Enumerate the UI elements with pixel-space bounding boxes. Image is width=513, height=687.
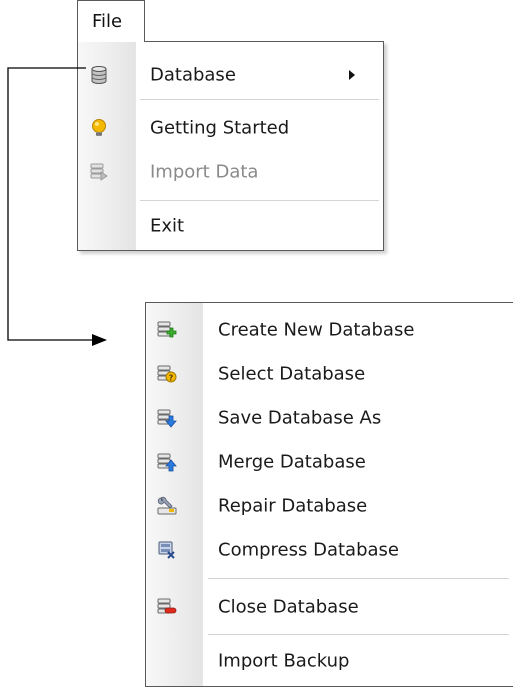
compress-database-icon bbox=[157, 540, 177, 560]
menu-item-import-data[interactable]: Import Data bbox=[78, 153, 383, 191]
menu-item-getting-started-label: Getting Started bbox=[150, 117, 290, 139]
file-tab-label: File bbox=[92, 11, 123, 32]
menu-item-create-new-database-label: Create New Database bbox=[218, 319, 415, 341]
file-menu-tab[interactable]: File bbox=[77, 0, 145, 42]
close-database-icon bbox=[157, 597, 177, 617]
save-database-icon bbox=[157, 408, 177, 428]
menu-separator bbox=[140, 200, 379, 201]
select-database-icon: ? bbox=[157, 364, 177, 384]
menu-item-close-database[interactable]: Close Database bbox=[146, 588, 513, 626]
menu-item-save-database-as-label: Save Database As bbox=[218, 407, 382, 429]
menu-item-close-database-label: Close Database bbox=[218, 596, 359, 618]
menu-item-create-new-database[interactable]: Create New Database bbox=[146, 311, 513, 349]
menu-item-import-backup[interactable]: Import Backup bbox=[146, 642, 513, 680]
file-menu: Database Getting Started Import Data Exi… bbox=[77, 41, 384, 251]
menu-item-exit[interactable]: Exit bbox=[78, 207, 383, 245]
lightbulb-icon bbox=[89, 118, 109, 138]
menu-item-repair-database-label: Repair Database bbox=[218, 495, 368, 517]
repair-database-icon bbox=[157, 496, 177, 516]
menu-item-import-data-label: Import Data bbox=[150, 161, 259, 183]
import-data-icon bbox=[89, 162, 109, 182]
menu-item-merge-database-label: Merge Database bbox=[218, 451, 366, 473]
menu-separator bbox=[208, 634, 509, 635]
submenu-arrow-icon bbox=[349, 70, 355, 80]
menu-item-database-label: Database bbox=[150, 64, 236, 86]
merge-database-icon bbox=[157, 452, 177, 472]
menu-item-repair-database[interactable]: Repair Database bbox=[146, 487, 513, 525]
create-database-icon bbox=[157, 320, 177, 340]
database-submenu: Create New Database ? Select Database Sa… bbox=[145, 302, 513, 687]
menu-separator bbox=[208, 578, 509, 579]
svg-text:?: ? bbox=[169, 374, 174, 383]
menu-separator bbox=[140, 99, 379, 100]
database-icon bbox=[89, 65, 109, 85]
menu-item-select-database[interactable]: ? Select Database bbox=[146, 355, 513, 393]
menu-item-exit-label: Exit bbox=[150, 215, 185, 237]
menu-item-compress-database[interactable]: Compress Database bbox=[146, 531, 513, 569]
menu-item-getting-started[interactable]: Getting Started bbox=[78, 109, 383, 147]
menu-item-merge-database[interactable]: Merge Database bbox=[146, 443, 513, 481]
menu-item-select-database-label: Select Database bbox=[218, 363, 366, 385]
menu-item-save-database-as[interactable]: Save Database As bbox=[146, 399, 513, 437]
menu-item-import-backup-label: Import Backup bbox=[218, 650, 350, 672]
menu-item-database[interactable]: Database bbox=[78, 56, 383, 94]
menu-item-compress-database-label: Compress Database bbox=[218, 539, 399, 561]
